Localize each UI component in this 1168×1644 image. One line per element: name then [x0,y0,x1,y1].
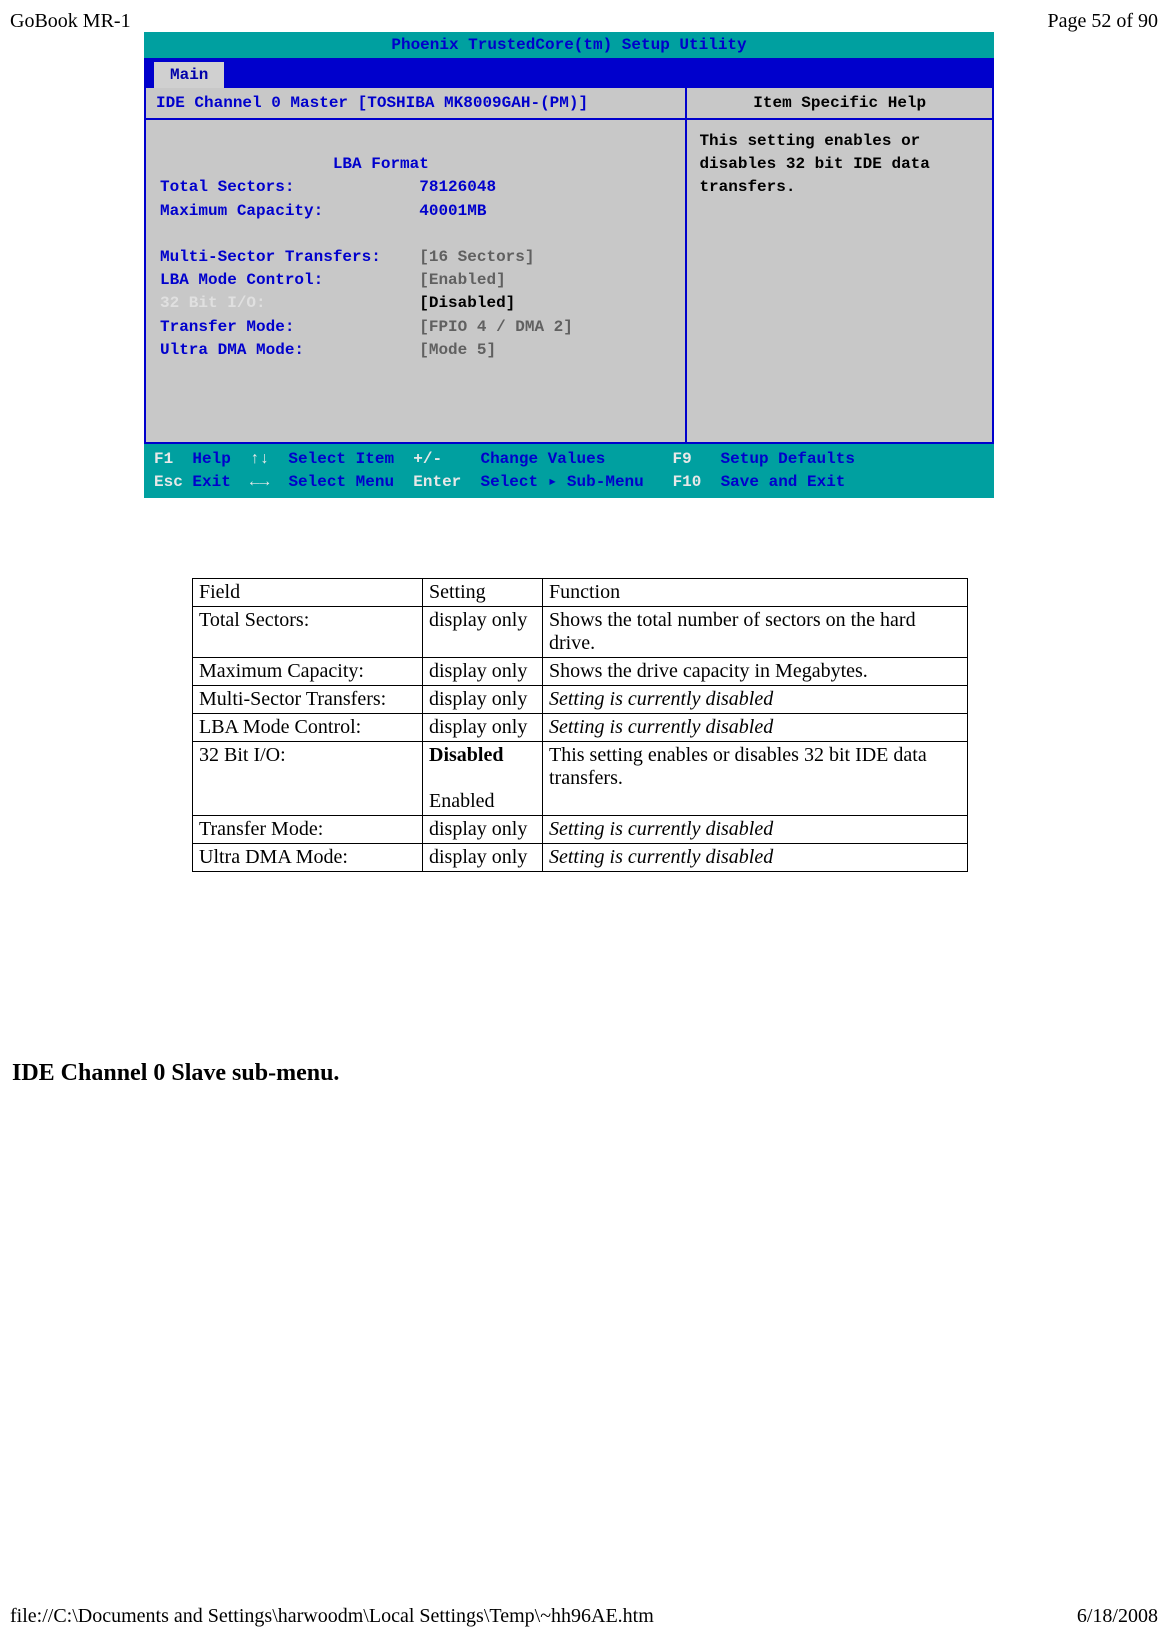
bios-help-panel: Item Specific Help This setting enables … [687,88,992,442]
bios-screenshot: Phoenix TrustedCore(tm) Setup Utility Ma… [144,32,994,498]
row-total-sectors: Total Sectors: 78126048 [160,178,496,196]
th-field: Field [193,579,423,607]
th-setting: Setting [423,579,543,607]
row-lba: LBA Mode Control: [Enabled] [160,271,506,289]
lba-heading: LBA Format [160,155,429,173]
table-row: Ultra DMA Mode: display only Setting is … [193,844,968,872]
row-max-capacity: Maximum Capacity: 40001MB [160,202,486,220]
row-transfer: Transfer Mode: [FPIO 4 / DMA 2] [160,318,573,336]
table-row: Multi-Sector Transfers: display only Set… [193,686,968,714]
table-row: Transfer Mode: display only Setting is c… [193,816,968,844]
bios-tab-main: Main [154,62,224,88]
bios-body: LBA Format Total Sectors: 78126048 Maxim… [146,120,685,442]
bios-title: Phoenix TrustedCore(tm) Setup Utility [144,32,994,58]
bios-subheader: IDE Channel 0 Master [TOSHIBA MK8009GAH-… [146,88,685,120]
bios-menu-bar: Main [144,58,994,88]
row-32bit: 32 Bit I/O: [Disabled] [160,292,515,315]
table-row: Total Sectors: display only Shows the to… [193,607,968,658]
bios-help-title: Item Specific Help [687,88,992,120]
table-row: LBA Mode Control: display only Setting i… [193,714,968,742]
bios-content: IDE Channel 0 Master [TOSHIBA MK8009GAH-… [144,88,994,444]
row-mst: Multi-Sector Transfers: [16 Sectors] [160,248,534,266]
field-description-table: Field Setting Function Total Sectors: di… [192,578,968,872]
footer-date: 6/18/2008 [1077,1605,1158,1628]
file-path: file://C:\Documents and Settings\harwood… [10,1605,654,1628]
doc-title: GoBook MR-1 [10,10,131,33]
page-footer: file://C:\Documents and Settings\harwood… [10,1605,1158,1628]
table-header-row: Field Setting Function [193,579,968,607]
row-ultra: Ultra DMA Mode: [Mode 5] [160,341,496,359]
bios-footer: F1 Help ↑↓ Select Item +/- Change Values… [144,444,994,498]
bios-help-body: This setting enables or disables 32 bit … [687,120,992,210]
page-number: Page 52 of 90 [1047,10,1158,33]
bios-main-panel: IDE Channel 0 Master [TOSHIBA MK8009GAH-… [146,88,687,442]
table-row: Maximum Capacity: display only Shows the… [193,658,968,686]
section-heading: IDE Channel 0 Slave sub-menu. [12,1060,339,1087]
th-function: Function [543,579,968,607]
page-header: GoBook MR-1 Page 52 of 90 [10,10,1158,33]
table-row: 32 Bit I/O: DisabledEnabled This setting… [193,742,968,816]
